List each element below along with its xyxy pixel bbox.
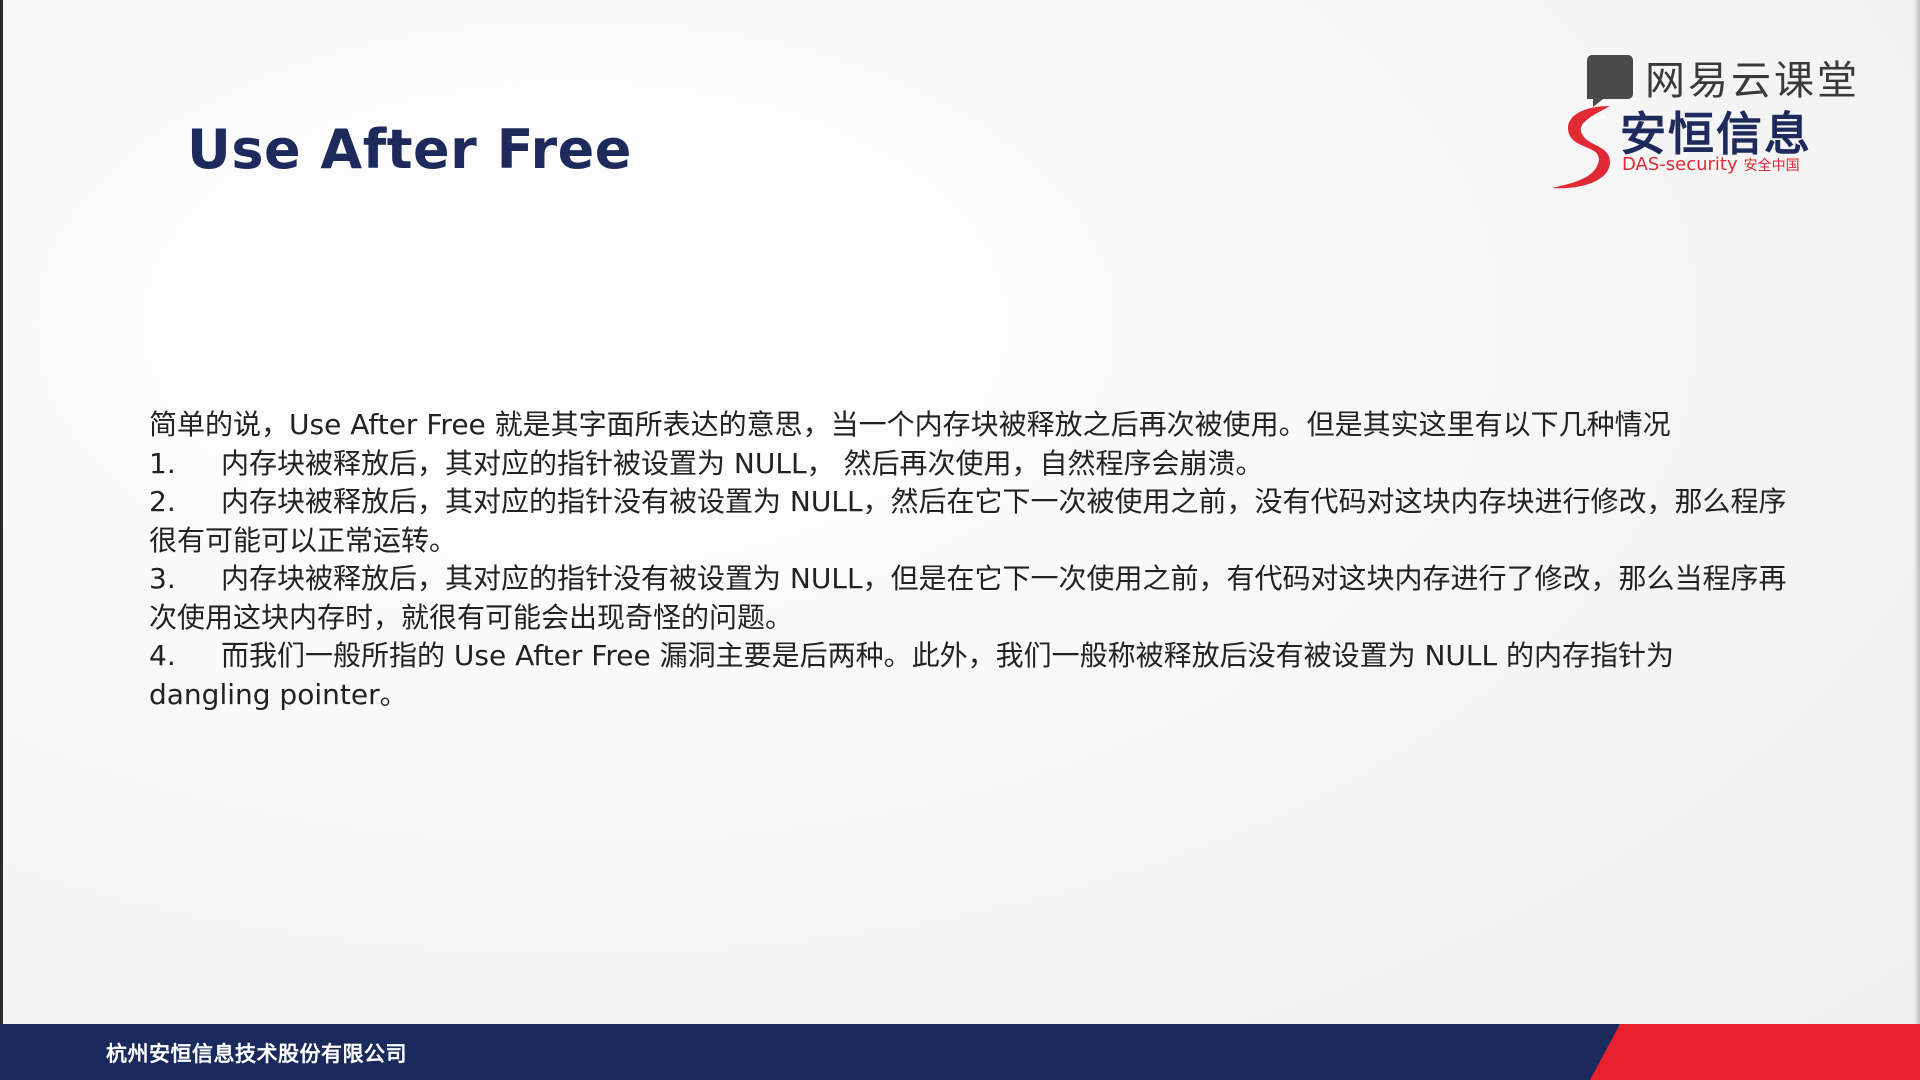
das-logo-tagline: 安全中国: [1743, 158, 1800, 174]
left-edge-border: [0, 0, 3, 1024]
right-edge-border: [1914, 0, 1920, 1024]
das-logo-en: DAS-security 安全中国: [1622, 154, 1800, 175]
list-item-number: 2.: [149, 485, 176, 518]
slide-title: Use After Free: [187, 118, 632, 181]
list-item-text: 内存块被释放后，其对应的指针被设置为 NULL， 然后再次使用，自然程序会崩溃。: [221, 446, 1264, 480]
logo-area: 网易云课堂 安恒信息 DAS-security 安全中国: [1540, 42, 1860, 192]
list-item: 4. 而我们一般所指的 Use After Free 漏洞主要是后两种。此外，我们…: [149, 637, 1789, 714]
slide: Use After Free 网易云课堂 安恒信息 DAS-security 安全…: [0, 0, 1920, 1080]
das-logo-en-name: DAS-security: [1622, 154, 1738, 175]
list-item: 3. 内存块被释放后，其对应的指针没有被设置为 NULL，但是在它下一次使用之前，…: [149, 560, 1789, 637]
list-item-text: 内存块被释放后，其对应的指针没有被设置为 NULL，但是在它下一次使用之前，有代…: [149, 562, 1787, 634]
list-item-number: 3.: [149, 562, 176, 595]
list-item-text: 而我们一般所指的 Use After Free 漏洞主要是后两种。此外，我们一般…: [149, 639, 1675, 711]
list-item-number: 1.: [149, 446, 176, 480]
footer-red-accent: [1590, 1024, 1920, 1080]
list-item: 1. 内存块被释放后，其对应的指针被设置为 NULL， 然后再次使用，自然程序会崩…: [149, 445, 1789, 484]
netease-cloud-classroom-icon: [1587, 55, 1633, 107]
intro-paragraph: 简单的说，Use After Free 就是其字面所表达的意思，当一个内存块被释…: [149, 408, 1671, 441]
das-security-mark-icon: [1552, 106, 1610, 189]
slide-body: 简单的说，Use After Free 就是其字面所表达的意思，当一个内存块被释…: [149, 406, 1789, 714]
list-item-text: 内存块被释放后，其对应的指针没有被设置为 NULL，然后在它下一次被使用之前，没…: [149, 485, 1787, 557]
footer-company-name: 杭州安恒信息技术股份有限公司: [106, 1042, 407, 1066]
list-item-number: 4.: [149, 639, 176, 672]
footer-bar: 杭州安恒信息技术股份有限公司: [0, 1024, 1920, 1080]
list-item: 2. 内存块被释放后，其对应的指针没有被设置为 NULL，然后在它下一次被使用之前…: [149, 483, 1789, 560]
